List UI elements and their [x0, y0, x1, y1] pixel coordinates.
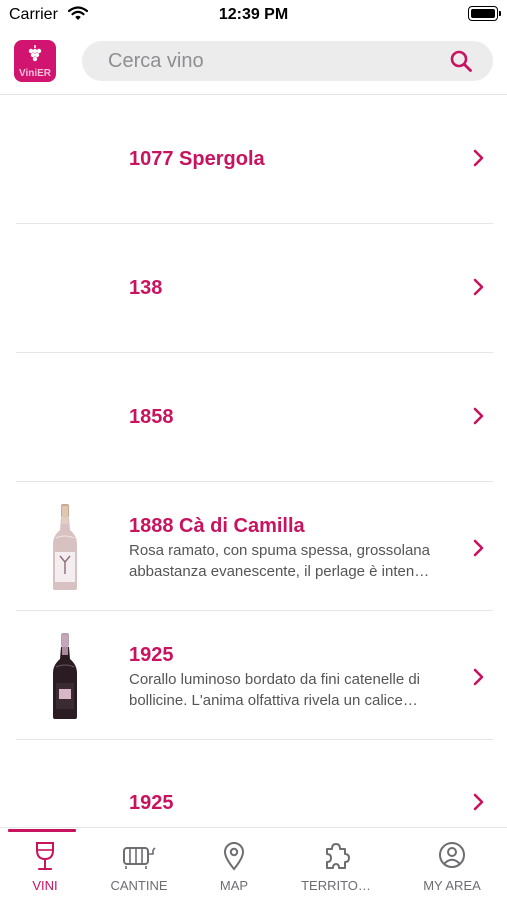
wine-list-item[interactable]: 1858 — [0, 353, 507, 482]
wine-description-line: Rosa ramato, con spuma spessa, grossolan… — [129, 542, 430, 559]
tab-label: CANTINE — [110, 878, 168, 893]
logo-text: ViniER — [14, 68, 56, 79]
active-tab-indicator — [8, 829, 76, 832]
dark-sparkling-bottle — [40, 633, 90, 719]
tab-territorio[interactable]: TERRITO… — [291, 828, 381, 901]
barrel-icon — [94, 840, 184, 872]
wine-list-item[interactable]: 1077 Spergola — [0, 95, 507, 224]
wine-name: 1888 Cà di Camilla — [129, 515, 305, 537]
search-bar[interactable] — [82, 41, 493, 81]
status-bar: Carrier 12:39 PM — [0, 0, 507, 30]
chevron-right-icon — [473, 149, 485, 172]
wine-list-item[interactable]: 138 — [0, 224, 507, 353]
wine-description-line: abbastanza evanescente, il perlage è int… — [129, 563, 430, 580]
tab-label: MY AREA — [423, 878, 481, 893]
search-icon[interactable] — [449, 49, 473, 78]
chevron-right-icon — [473, 668, 485, 691]
tab-cantine[interactable]: CANTINE — [94, 828, 184, 901]
logo-text-main: Vini — [18, 68, 38, 79]
wine-name: 1925 — [129, 792, 174, 814]
clock: 12:39 PM — [218, 6, 289, 23]
puzzle-icon — [291, 840, 381, 872]
wine-description: Rosa ramato, con spuma spessa, grossolan… — [129, 540, 459, 582]
wine-name: 1925 — [129, 644, 174, 666]
app-logo[interactable]: ViniER — [14, 40, 56, 82]
wine-name: 1077 Spergola — [129, 148, 265, 170]
chevron-right-icon — [473, 278, 485, 301]
logo-text-accent: ER — [37, 68, 52, 79]
wine-list-item[interactable]: 1925 Corallo luminoso bordato da fini ca… — [0, 611, 507, 740]
chevron-right-icon — [473, 539, 485, 562]
wine-description: Corallo luminoso bordato da fini catenel… — [129, 669, 459, 711]
tab-label: MAP — [219, 878, 249, 893]
tab-map[interactable]: MAP — [189, 828, 279, 901]
app-header: ViniER — [0, 30, 507, 95]
tab-my-area[interactable]: MY AREA — [407, 828, 497, 901]
wine-list: 1077 Spergola 138 1858 1888 Cà di Camill… — [0, 95, 507, 869]
grapes-icon — [28, 45, 42, 62]
wine-description-line: Corallo luminoso bordato da fini catenel… — [129, 671, 421, 688]
tab-label: VINI — [32, 878, 58, 893]
tab-bar: VINI CANTINE MAP TERRITO… MY AREA — [0, 827, 507, 901]
wine-list-item[interactable]: 1888 Cà di Camilla Rosa ramato, con spum… — [0, 482, 507, 611]
chevron-right-icon — [473, 407, 485, 430]
wine-description-line: bollicine. L'anima olfattiva rivela un c… — [129, 692, 418, 709]
wine-name: 138 — [129, 277, 163, 299]
wine-name: 1858 — [129, 406, 174, 428]
chevron-right-icon — [473, 793, 485, 816]
map-pin-icon — [189, 840, 279, 872]
tab-label: TERRITO… — [301, 878, 371, 893]
wine-glass-icon — [0, 840, 90, 872]
tab-vini[interactable]: VINI — [0, 828, 90, 901]
sparkling-rose-bottle — [40, 504, 90, 590]
battery-icon — [468, 6, 501, 21]
search-input[interactable] — [108, 41, 438, 81]
user-circle-icon — [407, 840, 497, 872]
